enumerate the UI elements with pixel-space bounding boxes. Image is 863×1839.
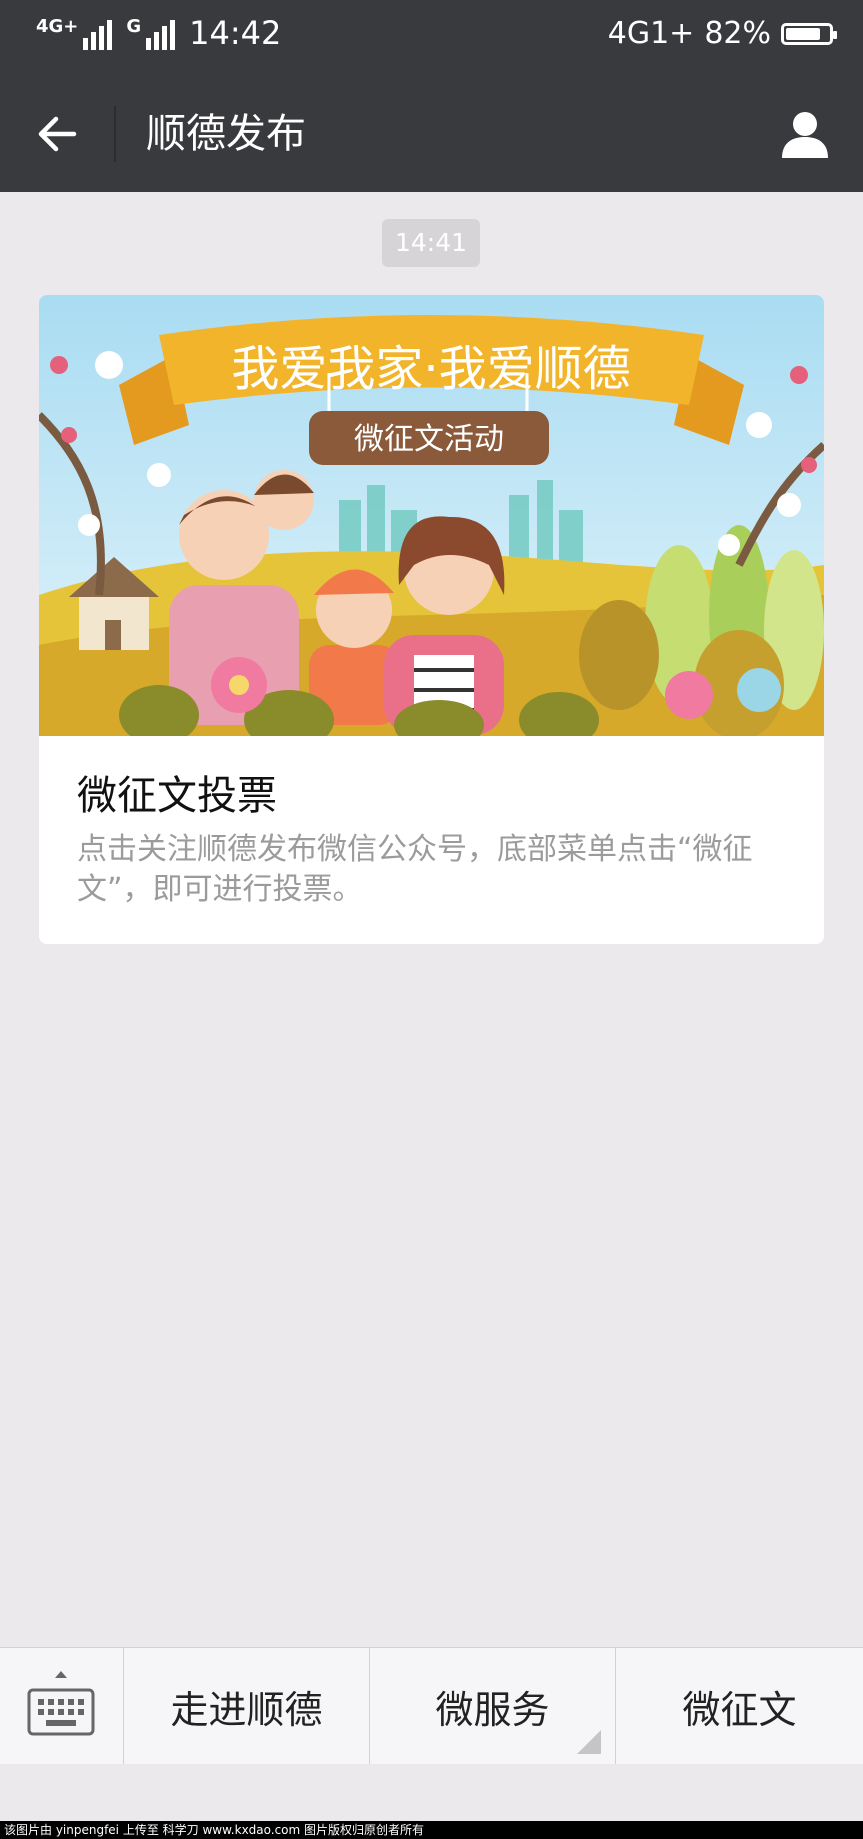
submenu-indicator-icon	[577, 1730, 601, 1754]
back-button[interactable]	[30, 106, 86, 162]
article-card[interactable]: 我爱我家·我爱顺德 微征文活动 微征文投票 点击关注顺德发布微信公众号，底部菜单…	[39, 295, 824, 944]
menu-item-wei-zhengwen[interactable]: 微征文	[615, 1648, 863, 1764]
person-icon	[782, 112, 828, 158]
article-title: 微征文投票	[77, 773, 277, 819]
profile-button[interactable]	[777, 106, 833, 162]
message-timestamp: 14:41	[382, 219, 480, 267]
battery-icon	[781, 22, 837, 45]
network-type-1: 4G+	[36, 16, 79, 37]
menu-item-label: 微征文	[682, 1687, 797, 1732]
page-title: 顺德发布	[146, 111, 306, 157]
status-right: 4G1+ 82%	[607, 16, 837, 51]
signal-icon: 4G+	[36, 16, 113, 50]
banner-title: 我爱我家·我爱顺德	[231, 341, 630, 397]
status-bar: 4G+ G 14:42 4G1+ 82%	[0, 0, 863, 76]
battery-fill	[786, 27, 820, 40]
article-banner-image: 我爱我家·我爱顺德 微征文活动	[39, 295, 824, 736]
signal-icon-2: G	[126, 16, 176, 50]
status-time: 14:42	[189, 14, 282, 52]
bottom-menu: 走进顺德 微服务 微征文	[0, 1647, 863, 1764]
menu-item-label: 走进顺德	[170, 1687, 323, 1732]
article-description: 点击关注顺德发布微信公众号，底部菜单点击“微征文”，即可进行投票。	[77, 832, 753, 907]
network-indicator: 4G1+	[607, 16, 695, 51]
banner-sign: 微征文活动	[354, 422, 504, 457]
arrow-left-icon	[38, 116, 77, 152]
keyboard-icon	[27, 1671, 95, 1736]
header-divider	[114, 106, 116, 162]
menu-item-label: 微服务	[435, 1687, 550, 1732]
menu-item-zoujin-shunde[interactable]: 走进顺德	[123, 1648, 369, 1764]
keyboard-toggle-button[interactable]	[0, 1648, 122, 1764]
network-type-2: G	[126, 16, 142, 37]
battery-percent: 82%	[704, 16, 771, 51]
navigation-bar: 顺德发布	[0, 76, 863, 192]
menu-item-wei-fuwu[interactable]: 微服务	[369, 1648, 615, 1764]
watermark-text: 该图片由 yinpengfei 上传至 科学刀 www.kxdao.com 图片…	[0, 1821, 863, 1839]
status-left: 4G+ G 14:42	[36, 14, 281, 52]
